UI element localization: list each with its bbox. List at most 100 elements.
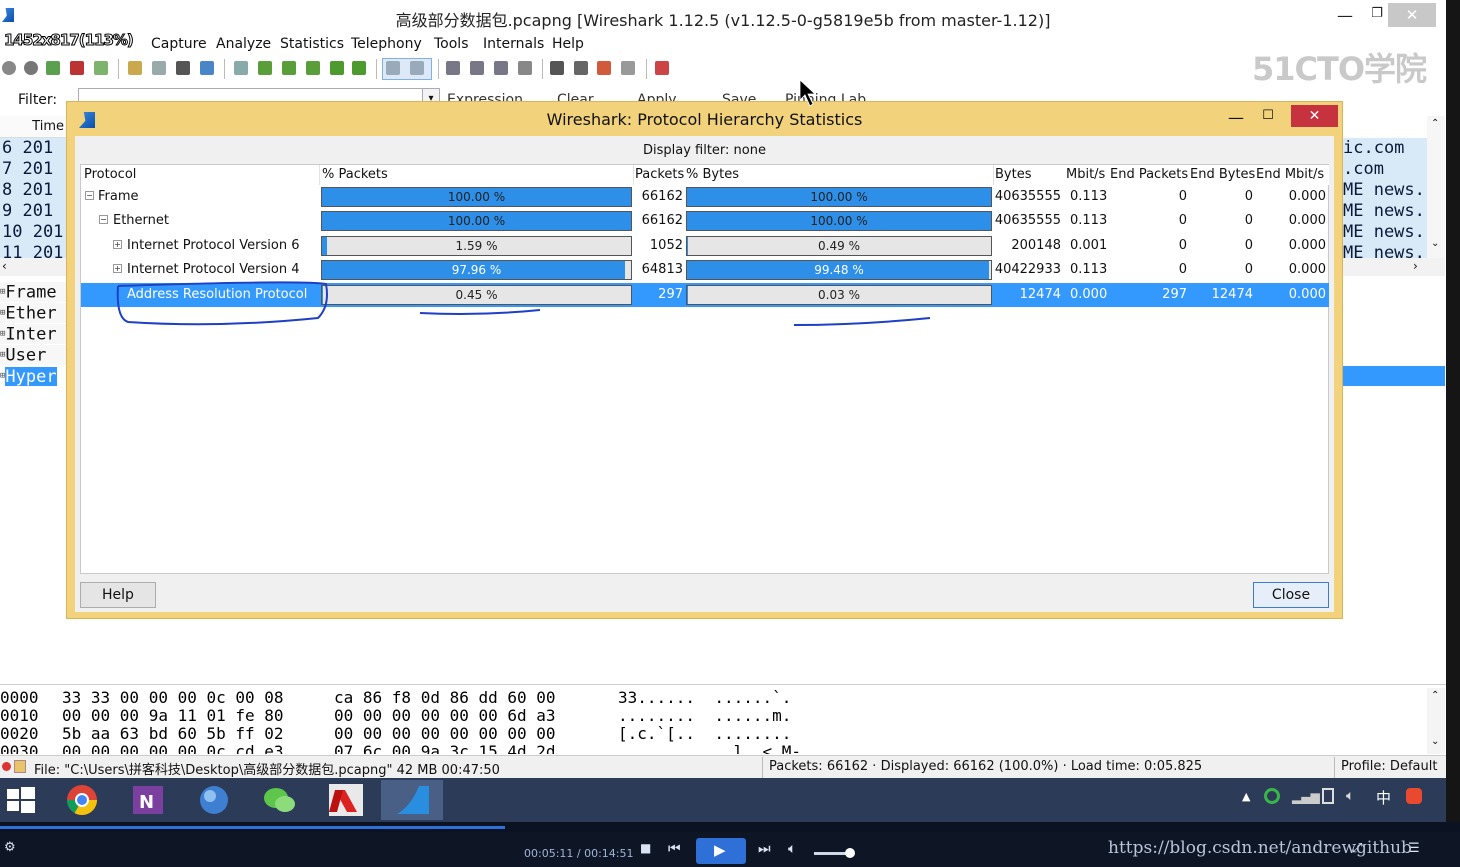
detail-tree-item[interactable]: ⊞User bbox=[0, 345, 68, 366]
packet-row-info[interactable]: ME news. bbox=[1343, 222, 1427, 243]
packet-row-info[interactable]: ME news. bbox=[1343, 201, 1427, 222]
packet-row-info[interactable]: ic.com bbox=[1343, 138, 1427, 159]
taskbar-chrome[interactable] bbox=[51, 780, 113, 820]
col-pct-bytes[interactable]: % Bytes bbox=[686, 167, 739, 182]
menu-telephony[interactable]: Telephony bbox=[351, 34, 422, 54]
play-button[interactable]: ▶ bbox=[696, 838, 746, 864]
col-mbit[interactable]: Mbit/s bbox=[1066, 167, 1105, 182]
detail-tree-item-selected[interactable]: ⊞Hyper bbox=[0, 366, 68, 387]
menu-internals[interactable]: Internals bbox=[483, 34, 544, 54]
packet-row-info[interactable]: ME news. bbox=[1343, 180, 1427, 201]
display-filters-icon[interactable] bbox=[574, 61, 588, 75]
close-window-button[interactable]: ✕ bbox=[1388, 3, 1436, 27]
packet-row[interactable]: 6 201 bbox=[0, 138, 68, 159]
zoom-in-icon[interactable] bbox=[446, 61, 460, 75]
scroll-up-icon[interactable]: ⌃ bbox=[1431, 690, 1439, 701]
signal-icon[interactable]: ▂▄▆ bbox=[1292, 790, 1320, 804]
packet-row-info[interactable]: .com bbox=[1343, 159, 1427, 180]
close-button[interactable]: Close bbox=[1253, 582, 1329, 608]
dialog-maximize-button[interactable]: ☐ bbox=[1257, 108, 1279, 123]
coloring-rules-icon[interactable] bbox=[597, 61, 611, 75]
col-packets[interactable]: Packets bbox=[635, 167, 684, 182]
packet-list-header-time[interactable]: Time bbox=[0, 116, 68, 138]
protocol-row-frame[interactable]: − Frame 100.00 % 66162 100.00 % 40635555… bbox=[81, 185, 1329, 209]
first-packet-icon[interactable] bbox=[330, 61, 344, 75]
hex-dump-pane[interactable]: 0000 33 33 00 00 00 0c 00 08 ca 86 f8 0d… bbox=[0, 684, 1446, 754]
stop-icon[interactable]: ■ bbox=[640, 841, 651, 855]
go-forward-icon[interactable] bbox=[282, 61, 296, 75]
capture-comment-icon[interactable] bbox=[14, 760, 26, 773]
expand-icon[interactable]: + bbox=[113, 240, 122, 249]
tray-app-icon[interactable] bbox=[1406, 788, 1422, 804]
settings-icon[interactable]: ⚙ bbox=[4, 840, 16, 855]
auto-scroll-icon[interactable] bbox=[410, 61, 424, 75]
zoom-out-icon[interactable] bbox=[470, 61, 484, 75]
taskbar-recorder[interactable] bbox=[315, 780, 377, 820]
start-capture-icon[interactable] bbox=[46, 61, 60, 75]
battery-icon[interactable] bbox=[1322, 788, 1334, 804]
tray-expand-icon[interactable]: ▲ bbox=[1242, 790, 1250, 803]
col-protocol[interactable]: Protocol bbox=[84, 167, 136, 182]
packet-row[interactable]: 10 201 bbox=[0, 222, 68, 243]
go-back-icon[interactable] bbox=[258, 61, 272, 75]
protocol-tree[interactable]: Protocol % Packets Packets % Bytes Bytes… bbox=[80, 164, 1329, 574]
help-icon[interactable] bbox=[655, 61, 669, 75]
mute-icon[interactable]: 🔈︎ bbox=[788, 841, 796, 857]
protocol-row-ethernet[interactable]: − Ethernet 100.00 % 66162 100.00 % 40635… bbox=[81, 209, 1329, 233]
detail-tree-item[interactable]: ⊞Ether bbox=[0, 303, 68, 324]
status-profile[interactable]: Profile: Default bbox=[1341, 759, 1437, 774]
start-button[interactable] bbox=[6, 786, 36, 814]
volume-knob[interactable] bbox=[845, 848, 855, 858]
dialog-minimize-button[interactable]: — bbox=[1225, 108, 1247, 127]
col-bytes[interactable]: Bytes bbox=[995, 167, 1031, 182]
menu-help[interactable]: Help bbox=[552, 34, 584, 54]
col-end-packets[interactable]: End Packets bbox=[1110, 167, 1188, 182]
packet-row[interactable]: 8 201 bbox=[0, 180, 68, 201]
last-packet-icon[interactable] bbox=[352, 61, 366, 75]
stop-capture-icon[interactable] bbox=[70, 61, 84, 75]
scroll-left-icon[interactable]: ‹ bbox=[2, 259, 7, 273]
detail-tree-item[interactable]: ⊞Frame bbox=[0, 282, 68, 303]
expand-icon[interactable]: + bbox=[113, 264, 122, 273]
taskbar-app[interactable] bbox=[183, 780, 245, 820]
resize-columns-icon[interactable] bbox=[518, 61, 532, 75]
scroll-down-icon[interactable]: ⌄ bbox=[1431, 736, 1439, 747]
tray-network-app-icon[interactable] bbox=[1264, 788, 1280, 804]
colorize-icon[interactable] bbox=[386, 61, 400, 75]
packet-row[interactable]: 9 201 bbox=[0, 201, 68, 222]
next-icon[interactable]: ⏭ bbox=[758, 841, 771, 857]
reload-icon[interactable] bbox=[200, 61, 214, 75]
col-pct-packets[interactable]: % Packets bbox=[322, 167, 388, 182]
packet-list-hscroll-right[interactable]: › bbox=[1343, 258, 1445, 276]
restart-capture-icon[interactable] bbox=[94, 61, 108, 75]
find-packet-icon[interactable] bbox=[234, 61, 248, 75]
go-to-packet-icon[interactable] bbox=[306, 61, 320, 75]
expert-info-icon[interactable] bbox=[2, 762, 11, 771]
maximize-button[interactable]: ❐ bbox=[1366, 6, 1388, 24]
menu-capture[interactable]: Capture bbox=[151, 34, 207, 54]
protocol-row-ipv4[interactable]: + Internet Protocol Version 4 97.96 % 64… bbox=[81, 258, 1329, 282]
close-file-icon[interactable] bbox=[176, 61, 190, 75]
scroll-right-icon[interactable]: › bbox=[1413, 259, 1418, 273]
taskbar-wireshark[interactable] bbox=[381, 780, 443, 820]
help-button[interactable]: Help bbox=[80, 582, 156, 608]
protocol-row-ipv6[interactable]: + Internet Protocol Version 6 1.59 % 105… bbox=[81, 234, 1329, 258]
protocol-row-arp[interactable]: Address Resolution Protocol 0.45 % 297 0… bbox=[81, 283, 1329, 307]
scroll-down-icon[interactable]: ⌄ bbox=[1431, 238, 1439, 249]
hex-pane-vscroll[interactable]: ⌃ ⌄ bbox=[1427, 688, 1445, 754]
normal-size-icon[interactable] bbox=[494, 61, 508, 75]
menu-statistics[interactable]: Statistics bbox=[280, 34, 344, 54]
preferences-icon[interactable] bbox=[621, 61, 635, 75]
collapse-icon[interactable]: − bbox=[99, 215, 108, 224]
packet-list-hscroll[interactable]: ‹ bbox=[0, 258, 68, 276]
save-file-icon[interactable] bbox=[152, 61, 166, 75]
taskbar-onenote[interactable]: N bbox=[117, 780, 179, 820]
col-end-mbit[interactable]: End Mbit/s bbox=[1256, 167, 1324, 182]
packet-row-info[interactable]: ME news. bbox=[1343, 243, 1427, 258]
interfaces-icon[interactable] bbox=[2, 61, 16, 75]
dialog-close-x-button[interactable]: ✕ bbox=[1291, 105, 1338, 127]
detail-tree-item[interactable]: ⊞Inter bbox=[0, 324, 68, 345]
packet-list-vscroll[interactable]: ⌃ ⌄ bbox=[1427, 116, 1445, 258]
col-end-bytes[interactable]: End Bytes bbox=[1190, 167, 1255, 182]
minimize-button[interactable]: — bbox=[1334, 6, 1356, 25]
